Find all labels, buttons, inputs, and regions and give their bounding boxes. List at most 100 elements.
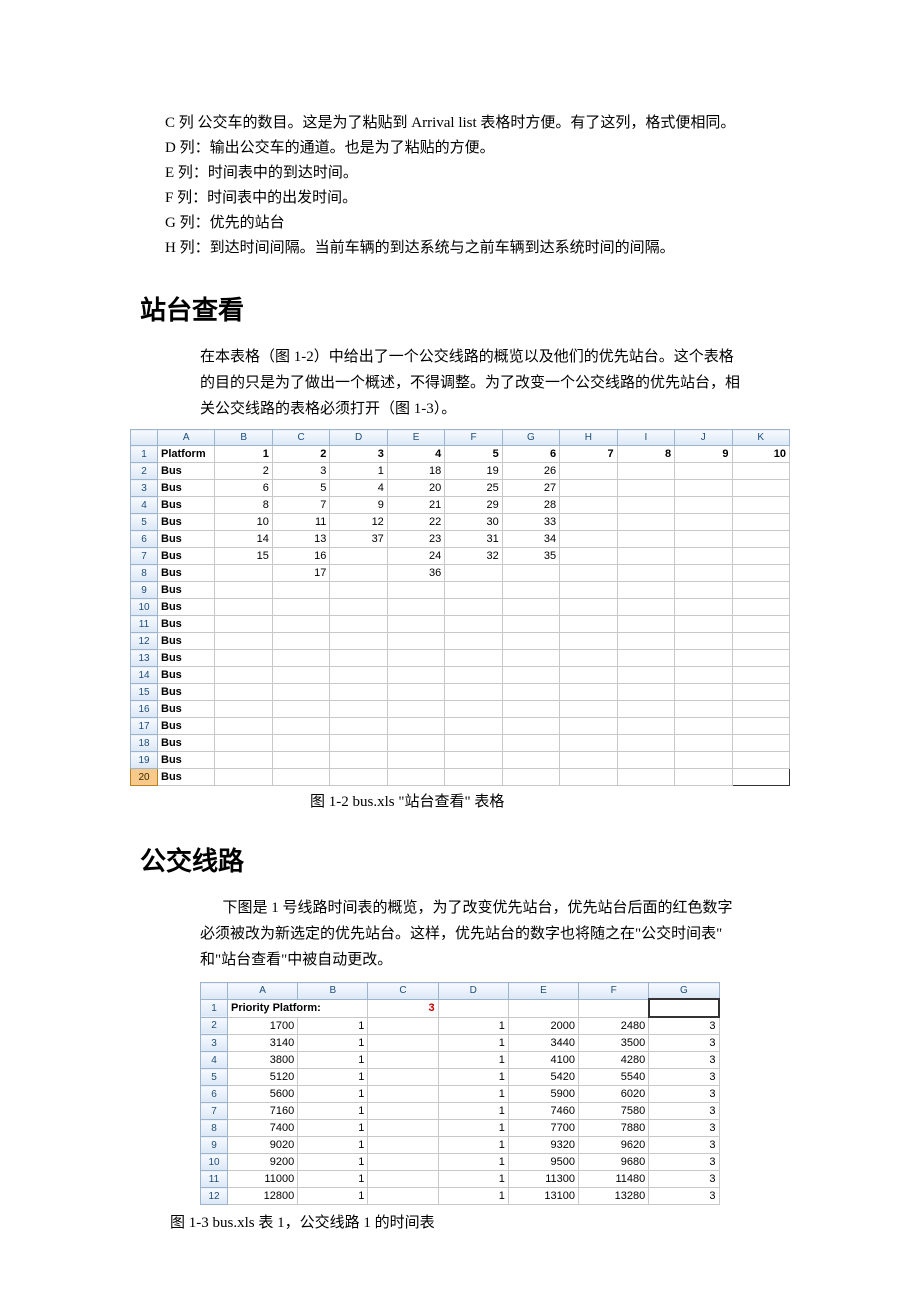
cell — [617, 582, 674, 599]
cell — [368, 1017, 438, 1035]
cell — [387, 633, 444, 650]
cell: Bus — [158, 769, 215, 786]
cell — [675, 497, 732, 514]
cell: 3 — [649, 1069, 719, 1086]
cell — [560, 463, 617, 480]
cell — [675, 565, 732, 582]
cell: 1 — [298, 1120, 368, 1137]
row-header: 7 — [131, 548, 158, 565]
cell — [560, 650, 617, 667]
cell — [675, 548, 732, 565]
cell — [330, 548, 387, 565]
cell — [330, 735, 387, 752]
cell — [675, 701, 732, 718]
cell — [330, 616, 387, 633]
cell — [508, 999, 578, 1017]
cell: Bus — [158, 599, 215, 616]
route-spreadsheet: ABCDEFG1Priority Platform:32170011200024… — [200, 982, 720, 1205]
cell: 25 — [445, 480, 502, 497]
cell — [675, 514, 732, 531]
cell: 33 — [502, 514, 559, 531]
cell: 4 — [387, 446, 444, 463]
cell — [445, 565, 502, 582]
cell: Bus — [158, 752, 215, 769]
cell: 7580 — [579, 1103, 649, 1120]
cell: 2000 — [508, 1017, 578, 1035]
cell — [560, 480, 617, 497]
cell: 1 — [438, 1154, 508, 1171]
cell: 5120 — [228, 1069, 298, 1086]
cell — [387, 735, 444, 752]
cell — [732, 769, 789, 786]
cell: Bus — [158, 548, 215, 565]
col-header: C — [368, 983, 438, 1000]
cell — [675, 616, 732, 633]
cell — [732, 582, 789, 599]
cell — [272, 616, 329, 633]
cell — [330, 769, 387, 786]
priority-label: Priority Platform: — [228, 999, 368, 1017]
cell — [732, 633, 789, 650]
cell: 1 — [438, 1171, 508, 1188]
cell: 7 — [560, 446, 617, 463]
cell — [617, 735, 674, 752]
cell: Bus — [158, 684, 215, 701]
column-descriptions: C 列 公交车的数目。这是为了粘贴到 Arrival list 表格时方便。有了… — [165, 111, 850, 260]
cell — [732, 480, 789, 497]
col-header: G — [502, 430, 559, 446]
cell — [330, 701, 387, 718]
cell — [215, 616, 272, 633]
cell — [330, 718, 387, 735]
row-header: 6 — [131, 531, 158, 548]
cell: 4280 — [579, 1052, 649, 1069]
cell — [617, 718, 674, 735]
cell — [502, 582, 559, 599]
cell — [649, 999, 719, 1017]
cell: 3 — [649, 1154, 719, 1171]
row-header: 8 — [131, 565, 158, 582]
cell: Bus — [158, 650, 215, 667]
cell: 1 — [438, 1017, 508, 1035]
cell — [215, 633, 272, 650]
cell — [617, 480, 674, 497]
section-route-heading: 公交线路 — [140, 841, 850, 878]
cell — [502, 752, 559, 769]
cell — [502, 667, 559, 684]
cell — [502, 701, 559, 718]
cell — [368, 1103, 438, 1120]
col-header: B — [298, 983, 368, 1000]
cell — [330, 752, 387, 769]
cell: 1 — [298, 1154, 368, 1171]
cell — [272, 599, 329, 616]
cell — [272, 650, 329, 667]
cell: 19 — [445, 463, 502, 480]
cell — [445, 582, 502, 599]
cell — [330, 633, 387, 650]
cell — [732, 599, 789, 616]
cell — [560, 684, 617, 701]
cell: 1 — [298, 1171, 368, 1188]
cell: 37 — [330, 531, 387, 548]
cell: 3 — [330, 446, 387, 463]
col-header: C — [272, 430, 329, 446]
cell: 4100 — [508, 1052, 578, 1069]
cell — [675, 769, 732, 786]
cell: 11480 — [579, 1171, 649, 1188]
cell: 4 — [330, 480, 387, 497]
cell — [560, 582, 617, 599]
cell: 7880 — [579, 1120, 649, 1137]
cell: 5 — [272, 480, 329, 497]
cell: 2 — [272, 446, 329, 463]
cell — [272, 684, 329, 701]
cell — [560, 735, 617, 752]
cell — [675, 752, 732, 769]
cell: 1 — [215, 446, 272, 463]
cell: 10 — [215, 514, 272, 531]
cell — [215, 752, 272, 769]
cell: Bus — [158, 565, 215, 582]
cell: 13 — [272, 531, 329, 548]
cell — [215, 565, 272, 582]
cell: Bus — [158, 667, 215, 684]
cell: 1 — [438, 1035, 508, 1052]
cell: 9 — [330, 497, 387, 514]
